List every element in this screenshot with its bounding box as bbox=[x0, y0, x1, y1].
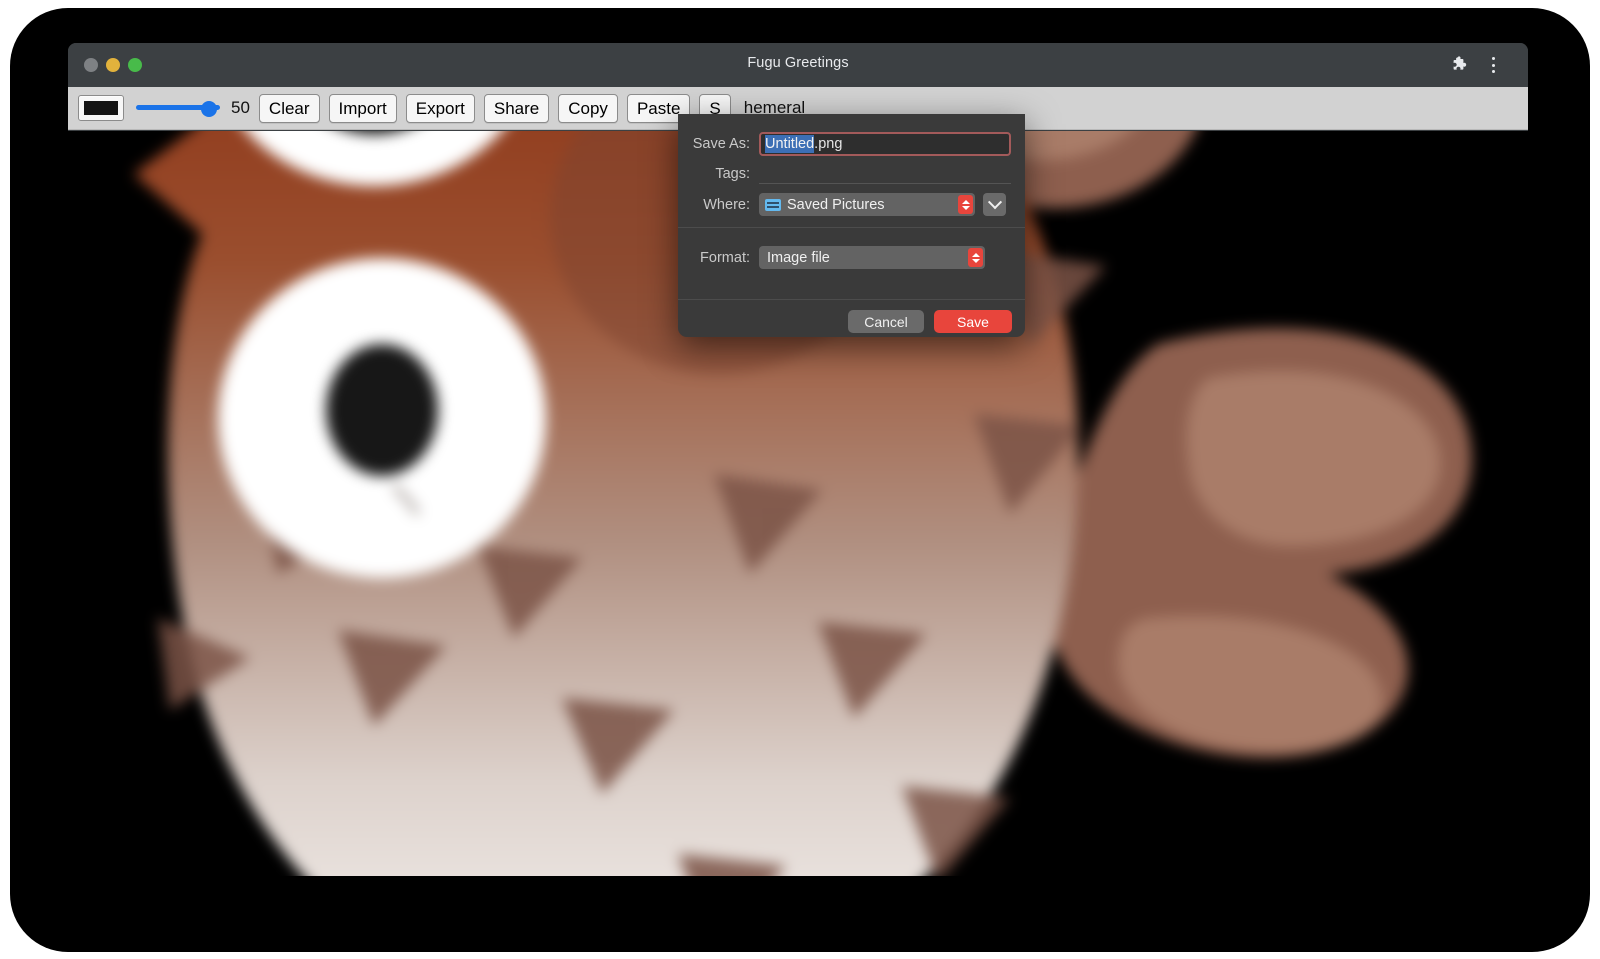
copy-button[interactable]: Copy bbox=[558, 94, 618, 123]
where-select[interactable]: Saved Pictures bbox=[759, 193, 975, 216]
export-button[interactable]: Export bbox=[406, 94, 475, 123]
slider-value-label: 50 bbox=[231, 98, 250, 118]
format-label: Format: bbox=[678, 250, 750, 266]
where-value: Saved Pictures bbox=[787, 197, 885, 213]
clear-button[interactable]: Clear bbox=[259, 94, 320, 123]
where-stepper-icon[interactable] bbox=[958, 195, 973, 214]
where-row: Where: Saved Pictures bbox=[678, 193, 1025, 216]
dialog-button-row: Cancel Save bbox=[848, 310, 1012, 333]
dialog-divider-1 bbox=[678, 227, 1025, 228]
where-label: Where: bbox=[678, 197, 750, 213]
folder-icon bbox=[765, 199, 781, 211]
format-select[interactable]: Image file bbox=[759, 246, 985, 269]
save-as-input[interactable]: Untitled .png bbox=[759, 132, 1011, 156]
save-as-selected-text: Untitled bbox=[765, 135, 814, 153]
dialog-divider-2 bbox=[678, 299, 1025, 300]
color-picker-swatch[interactable] bbox=[78, 95, 124, 121]
browser-window: Fugu Greetings 50 Clear Import Exp bbox=[68, 43, 1528, 876]
window-title: Fugu Greetings bbox=[68, 55, 1528, 71]
format-value: Image file bbox=[767, 250, 830, 266]
save-as-row: Save As: Untitled .png bbox=[678, 132, 1025, 156]
save-confirm-button[interactable]: Save bbox=[934, 310, 1012, 333]
cancel-button[interactable]: Cancel bbox=[848, 310, 924, 333]
where-expand-button[interactable] bbox=[983, 193, 1006, 216]
chevron-down-icon bbox=[987, 195, 1001, 209]
tags-row: Tags: bbox=[678, 163, 1025, 184]
format-row: Format: Image file bbox=[678, 246, 1025, 269]
save-as-extension-text: .png bbox=[814, 136, 842, 152]
slider-thumb[interactable] bbox=[201, 101, 217, 117]
tags-input[interactable] bbox=[759, 163, 1011, 184]
save-as-label: Save As: bbox=[678, 136, 750, 152]
format-stepper-icon[interactable] bbox=[968, 248, 983, 267]
three-dot-menu-icon[interactable] bbox=[1484, 54, 1502, 76]
brush-size-slider[interactable] bbox=[136, 96, 220, 120]
import-button[interactable]: Import bbox=[329, 94, 397, 123]
share-button[interactable]: Share bbox=[484, 94, 549, 123]
window-titlebar: Fugu Greetings bbox=[68, 43, 1528, 87]
tags-label: Tags: bbox=[678, 166, 750, 182]
device-frame: Fugu Greetings 50 Clear Import Exp bbox=[10, 8, 1590, 952]
puzzle-piece-icon[interactable] bbox=[1450, 55, 1470, 75]
save-file-dialog: Save As: Untitled .png Tags: Where: Save… bbox=[678, 114, 1025, 337]
